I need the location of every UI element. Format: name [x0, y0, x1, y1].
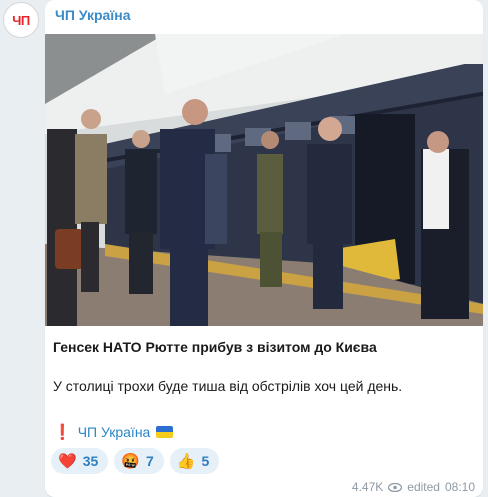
thumbs-up-icon: 👍 [176, 452, 196, 470]
reaction-heart[interactable]: ❤️ 35 [51, 448, 109, 474]
eye-icon [388, 482, 403, 492]
exclamation-icon: ❗ [53, 424, 72, 441]
reaction-angry[interactable]: 🤬 7 [114, 448, 164, 474]
ukraine-flag-icon [156, 426, 174, 438]
reaction-count: 35 [82, 453, 99, 469]
message-time: 08:10 [444, 480, 475, 494]
post-signature: ❗ ЧП Україна [53, 423, 174, 441]
reaction-thumbs-up[interactable]: 👍 5 [169, 448, 220, 474]
channel-name[interactable]: ЧП Україна [55, 7, 131, 23]
reactions-bar: ❤️ 35 🤬 7 👍 5 [51, 448, 220, 474]
post-body: У столиці трохи буде тиша від обстрілів … [53, 378, 403, 394]
heart-icon: ❤️ [58, 452, 77, 470]
angry-face-icon: 🤬 [121, 452, 140, 470]
post-photo[interactable] [45, 34, 483, 326]
channel-avatar[interactable]: ЧП [3, 2, 39, 38]
avatar-text: ЧП [12, 12, 30, 28]
edited-label: edited [407, 480, 440, 494]
views-count: 4.47K [351, 480, 384, 494]
reaction-count: 5 [201, 453, 210, 469]
message-bubble: ЧП Україна Генсек НАТО Рютте прибув з ві… [45, 0, 483, 497]
signature-link[interactable]: ЧП Україна [78, 424, 151, 440]
photo-illustration [45, 34, 483, 326]
reaction-count: 7 [145, 453, 154, 469]
message-meta: 4.47K edited 08:10 [352, 480, 475, 494]
post-title: Генсек НАТО Рютте прибув з візитом до Ки… [53, 339, 377, 355]
